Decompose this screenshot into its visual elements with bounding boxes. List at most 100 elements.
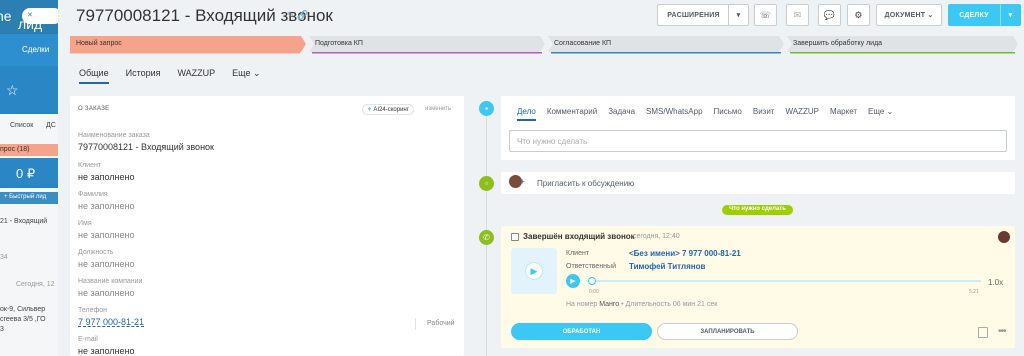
field-label: Имя [78, 220, 92, 227]
invite-to-discussion[interactable]: + Пригласить к обсуждению [501, 172, 1015, 194]
chat-button[interactable]: 💬 [818, 4, 841, 26]
phone-link[interactable]: 7 977 000-81-21 [78, 317, 144, 327]
stage-label: Завершить обработку лида [793, 40, 883, 47]
create-deal-button-label: СДЕЛКУ [959, 11, 989, 19]
change-link[interactable]: изменить [425, 106, 451, 112]
chevron-down-icon: ▾ [1008, 12, 1013, 19]
sparkle-icon: ✦ [367, 107, 373, 113]
background-header: ne ✕ лид [0, 0, 58, 34]
position-value[interactable]: не заполнено [78, 259, 135, 269]
phone-icon: ✆ [479, 230, 494, 245]
background-filter-pill: ✕ лид [18, 8, 58, 32]
plus-icon: + [520, 177, 525, 186]
schedule-button[interactable]: ЗАПЛАНИРОВАТЬ [657, 323, 798, 340]
audio-duration: 5:21 [969, 289, 979, 295]
tab-activity[interactable]: Дело [517, 107, 536, 121]
background-stage-header: прос (18) [0, 144, 58, 156]
todo-section-pill: Что нужно сделать [722, 205, 793, 215]
background-quick-lead-text: + Быстрый лид [4, 194, 47, 200]
lead-slider: 79770008121 - Входящий звонок ✎ 🔗 РАСШИР… [58, 0, 1024, 356]
ai-scoring-label: AI24-скоринг [373, 107, 409, 113]
mail-icon: ✉ [793, 9, 802, 20]
field-label: Должность [78, 249, 114, 256]
order-name-value[interactable]: 79770008121 - Входящий звонок [78, 142, 214, 152]
tab-more[interactable]: Еще ⌄ [868, 107, 893, 121]
tab-more[interactable]: Еще ⌄ [232, 68, 260, 84]
tab-comment[interactable]: Комментарий [547, 107, 597, 121]
order-details-card: О ЗАКАЗЕ ✦ AI24-скоринг изменить Наимено… [70, 96, 464, 356]
chevron-down-icon: ▾ [736, 12, 741, 19]
company-name-value[interactable]: не заполнено [78, 288, 135, 298]
tab-wazzup[interactable]: WAZZUP [785, 107, 818, 121]
avatar[interactable] [998, 231, 1010, 243]
stage-finish-lead[interactable]: Завершить обработку лида [787, 36, 1018, 52]
field-label: E-mail [78, 336, 98, 343]
playback-speed-button[interactable]: 1.0x [988, 278, 1003, 287]
background-toolbar: Сделки [0, 34, 58, 66]
background-filter-pill-text: лид [18, 16, 43, 32]
tab-history[interactable]: История [126, 68, 161, 84]
stage-label: Подготовка КП [315, 40, 363, 47]
stage-prepare-offer[interactable]: Подготовка КП [309, 36, 545, 52]
email-value[interactable]: не заполнено [78, 346, 135, 356]
mark-processed-button[interactable]: ОБРАБОТАН [511, 323, 652, 340]
extensions-dropdown-button[interactable]: ▾ [728, 4, 749, 26]
call-info: На номер Манго • Длительность 06 мин 21 … [566, 301, 717, 308]
last-name-value[interactable]: не заполнено [78, 201, 135, 211]
background-address-2: сгеева 3/5 ,ГО [0, 316, 46, 323]
client-link[interactable]: <Без имени> 7 977 000-81-21 [629, 249, 741, 258]
todo-input[interactable]: Что нужно сделать [509, 130, 1007, 152]
tab-task[interactable]: Задача [608, 107, 635, 121]
complete-checkbox[interactable] [511, 233, 519, 241]
pencil-icon[interactable]: ✎ 🔗 [287, 10, 308, 21]
responsible-link[interactable]: Тимофей Титлянов [629, 262, 705, 271]
email-button[interactable]: ✉ [786, 4, 809, 26]
call-info-number: Манго [599, 301, 620, 308]
note-icon[interactable] [978, 327, 988, 338]
tab-market[interactable]: Маркет [830, 107, 857, 121]
extensions-button-label: РАСШИРЕНИЯ [667, 11, 720, 19]
background-deals-label: Сделки [22, 45, 50, 54]
activity-editor: Дело Комментарий Задача SMS/WhatsApp Пис… [501, 96, 1015, 160]
settings-button[interactable]: ⚙ [847, 4, 870, 26]
first-name-value[interactable]: не заполнено [78, 230, 135, 240]
background-address-1: ок-9, Сильвер [0, 306, 46, 313]
background-star-icon: ☆ [6, 82, 19, 98]
stage-underline [790, 52, 1015, 54]
play-button[interactable]: ▶ [566, 274, 580, 288]
phone-type-label: Рабочий [427, 320, 455, 327]
activity-tabs: Дело Комментарий Задача SMS/WhatsApp Пис… [517, 107, 893, 121]
tab-wazzup[interactable]: WAZZUP [178, 68, 216, 84]
field-label: Телефон [78, 307, 108, 314]
stage-new-request[interactable]: Новый запрос [70, 36, 306, 52]
document-button-label: ДОКУМЕНТ [884, 11, 926, 19]
audio-progress-handle[interactable] [588, 277, 596, 285]
background-total: 0 ₽ [0, 158, 58, 188]
tab-email[interactable]: Письмо [714, 107, 742, 121]
background-lead-number: 34 [0, 254, 8, 261]
background-total-amount: 0 ₽ [16, 166, 36, 181]
phone-button[interactable]: ☏ [754, 4, 777, 26]
more-icon[interactable]: ••• [998, 326, 1006, 337]
client-value[interactable]: не заполнено [78, 172, 135, 182]
call-info-duration: • Длительность 06 мин 21 сек [621, 301, 718, 308]
background-quick-lead: + Быстрый лид [0, 192, 58, 204]
ai-scoring-badge[interactable]: ✦ AI24-скоринг [362, 104, 414, 115]
field-label: Фамилия [78, 191, 108, 198]
tab-sms-whatsapp[interactable]: SMS/WhatsApp [646, 107, 702, 121]
background-list-tab: Список [10, 122, 34, 129]
stage-approve-offer[interactable]: Согласование КП [548, 36, 784, 52]
extensions-button[interactable]: РАСШИРЕНИЯ [657, 4, 729, 26]
tab-visit[interactable]: Визит [753, 107, 775, 121]
field-label: Клиент [78, 162, 102, 169]
stage-underline [70, 52, 300, 54]
call-time: сегодня, 12:40 [633, 233, 680, 240]
background-list-tab-short: ДС [46, 122, 56, 129]
stage-underline [312, 52, 542, 54]
audio-progress-track[interactable] [586, 280, 981, 282]
audio-thumbnail[interactable]: ▶ [511, 248, 557, 294]
create-deal-button[interactable]: СДЕЛКУ [948, 4, 1000, 26]
create-deal-dropdown-button[interactable]: ▾ [1000, 4, 1021, 26]
document-button[interactable]: ДОКУМЕНТ ⌄ [876, 4, 942, 26]
tab-general[interactable]: Общие [79, 68, 109, 84]
